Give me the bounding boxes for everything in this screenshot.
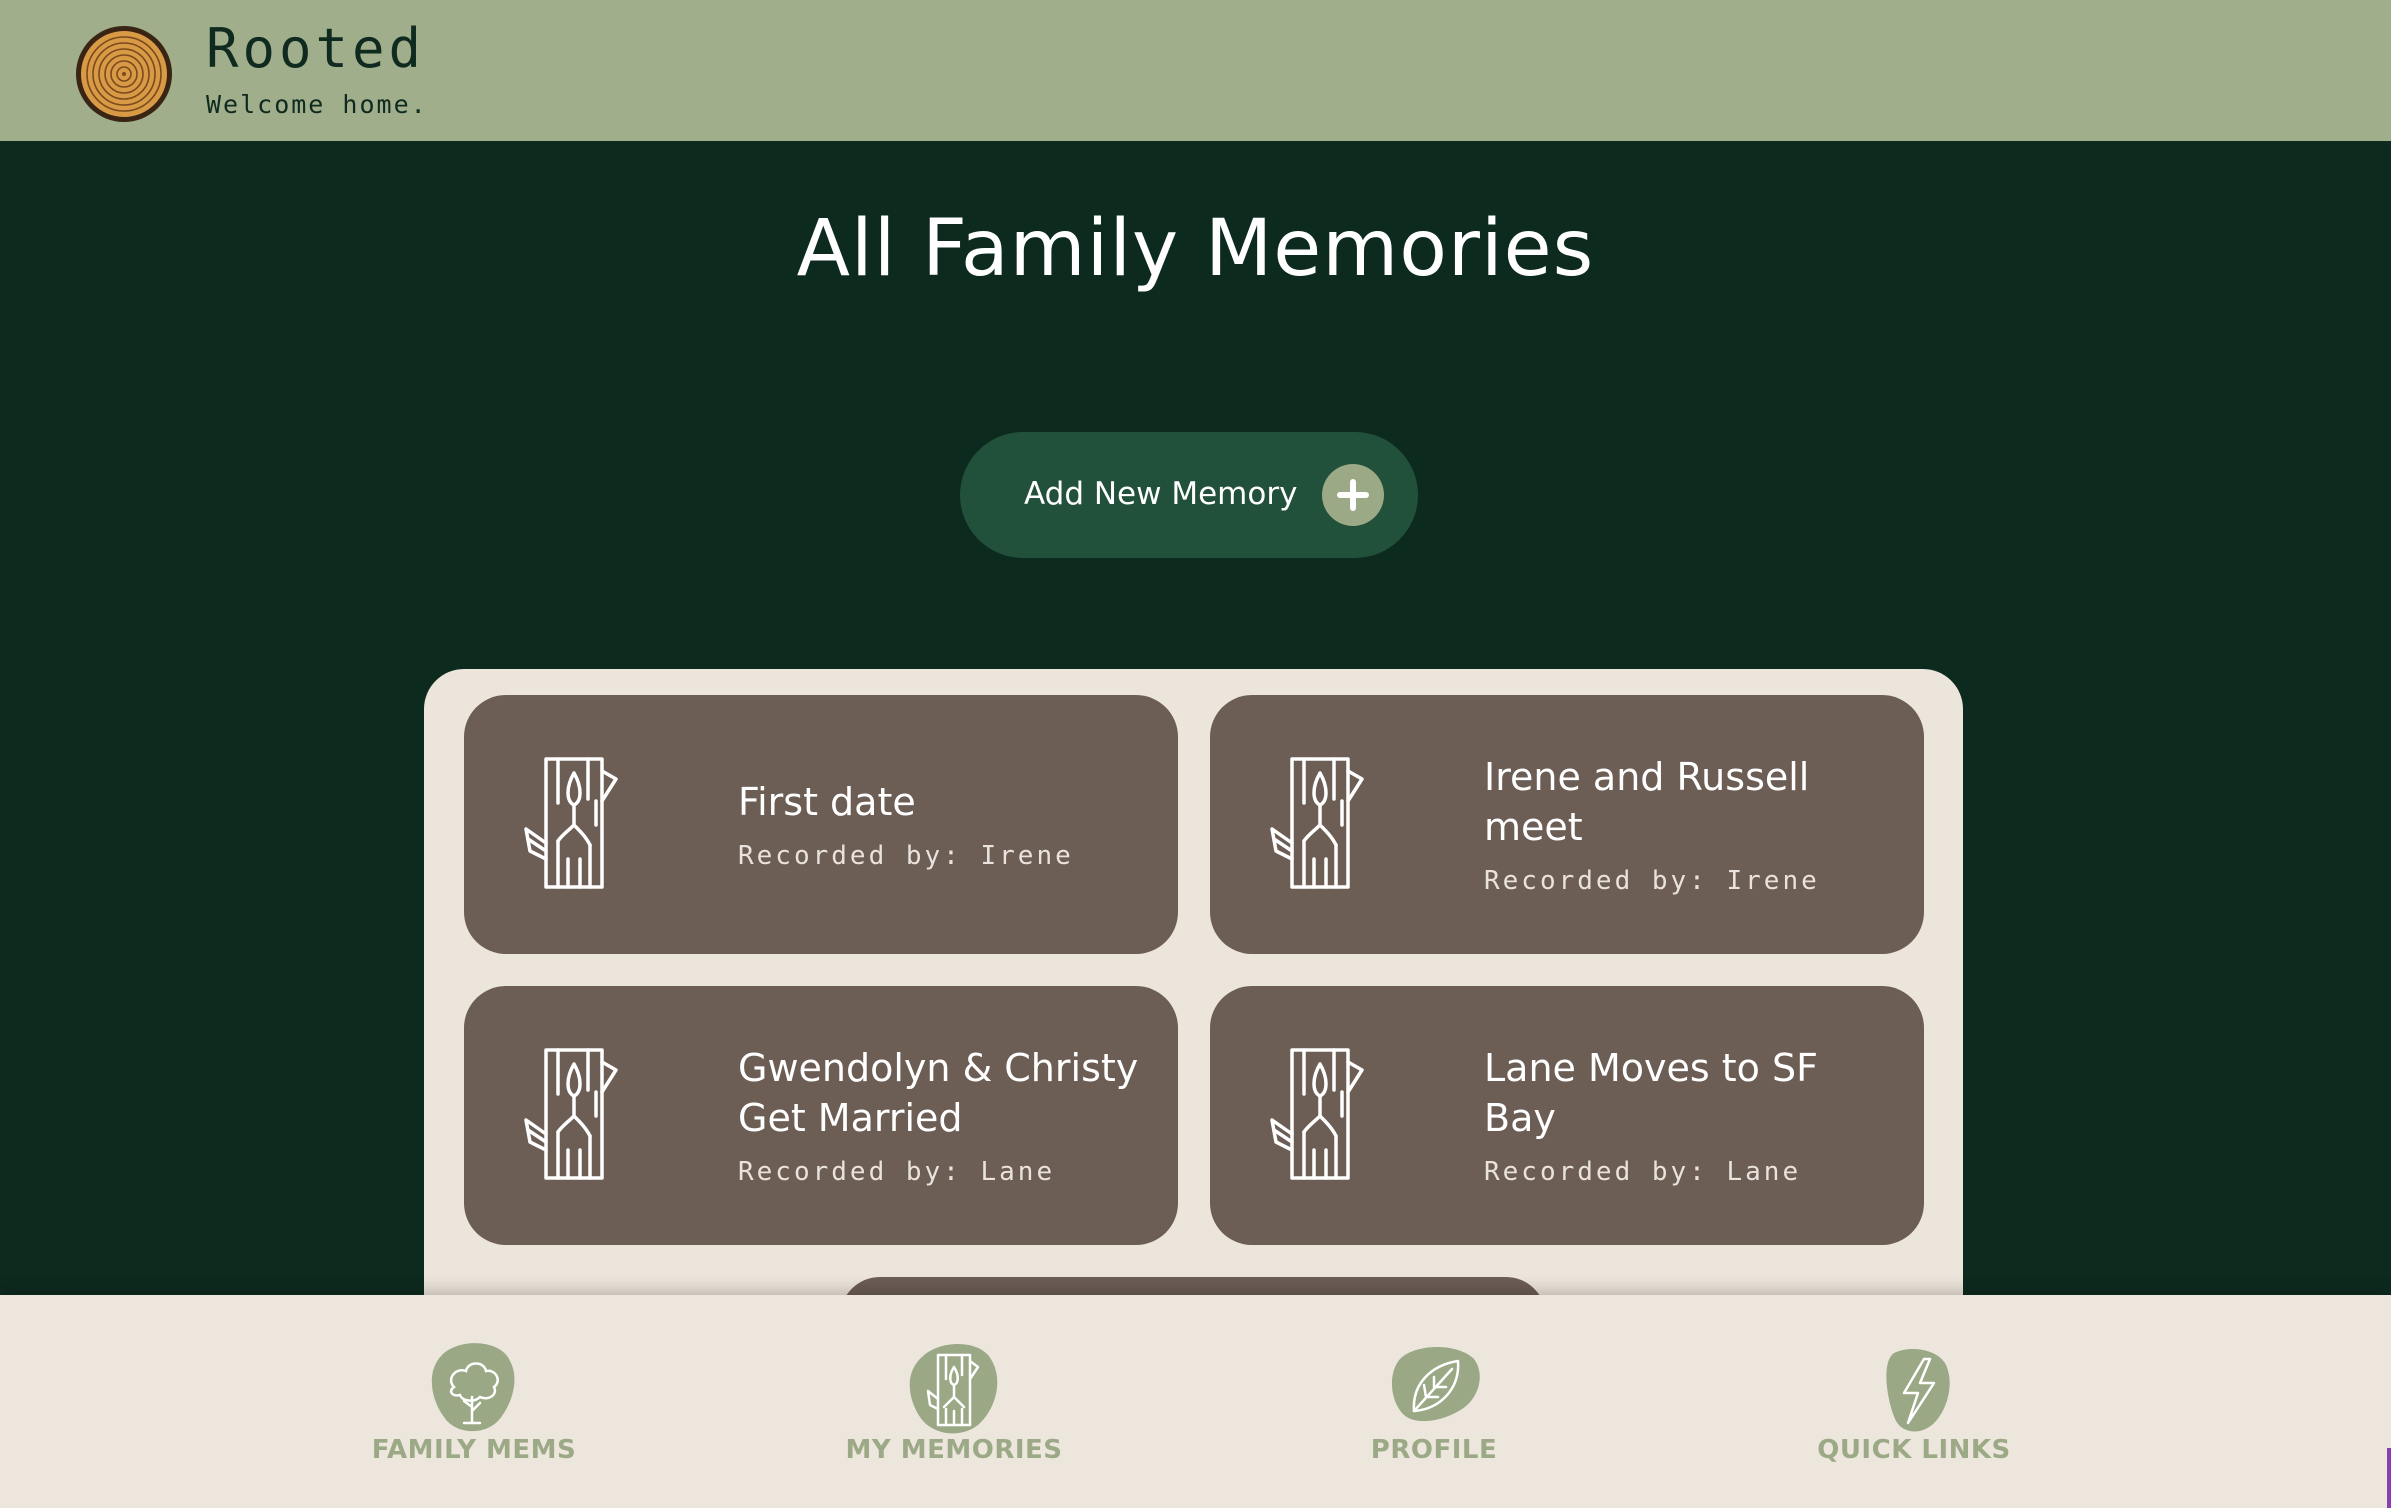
add-new-memory-button[interactable]: Add New Memory [960,432,1418,558]
memory-card[interactable]: Gwendolyn & Christy Get Married Recorded… [464,986,1178,1245]
nav-my-memories[interactable]: MY MEMORIES [784,1295,1124,1508]
nav-profile[interactable]: PROFILE [1264,1295,1604,1508]
memory-recorded-by: Recorded by: Lane [738,1157,1056,1188]
memory-list-panel: First date Recorded by: Irene Irene and … [424,669,1963,1369]
plus-icon [1322,464,1384,526]
nav-label: FAMILY MEMS [371,1435,577,1465]
memory-card[interactable]: Lane Moves to SF Bay Recorded by: Lane [1210,986,1924,1245]
nav-label: MY MEMORIES [845,1435,1063,1465]
app-header: Rooted Welcome home. [0,0,2391,141]
tree-trunk-icon [909,1343,998,1434]
lightning-icon [1886,1349,1950,1432]
bottom-nav: FAMILY MEMS MY MEMORIES PROFILE QUICK LI… [0,1295,2391,1508]
memory-title: Gwendolyn & Christy Get Married [738,1045,1139,1140]
tree-trunk-icon [524,1048,618,1180]
tree-icon [431,1343,515,1432]
leaf-icon [1391,1347,1480,1422]
add-new-memory-label: Add New Memory [1024,476,1298,512]
brand-tagline: Welcome home. [206,90,428,119]
nav-label: PROFILE [1370,1435,1498,1465]
memory-recorded-by: Recorded by: Irene [1484,866,1820,897]
memory-title: First date [738,779,916,824]
page-title: All Family Memories [796,204,1595,294]
tree-trunk-icon [1270,757,1364,889]
memory-card[interactable]: Irene and Russell meet Recorded by: Iren… [1210,695,1924,954]
memory-recorded-by: Recorded by: Lane [1484,1157,1802,1188]
memory-title: Lane Moves to SF Bay [1484,1045,1818,1140]
nav-label: QUICK LINKS [1817,1435,2011,1465]
window-corner-accent [2387,1448,2391,1508]
tree-trunk-icon [524,757,618,889]
nav-quick-links[interactable]: QUICK LINKS [1744,1295,2084,1508]
memory-recorded-by: Recorded by: Irene [738,840,1074,871]
brand-title: Rooted [206,17,426,80]
memory-card[interactable]: First date Recorded by: Irene [464,695,1178,954]
nav-family-mems[interactable]: FAMILY MEMS [304,1295,644,1508]
tree-ring-icon[interactable] [74,24,174,124]
tree-trunk-icon [1270,1048,1364,1180]
memory-title: Irene and Russell meet [1484,754,1810,849]
